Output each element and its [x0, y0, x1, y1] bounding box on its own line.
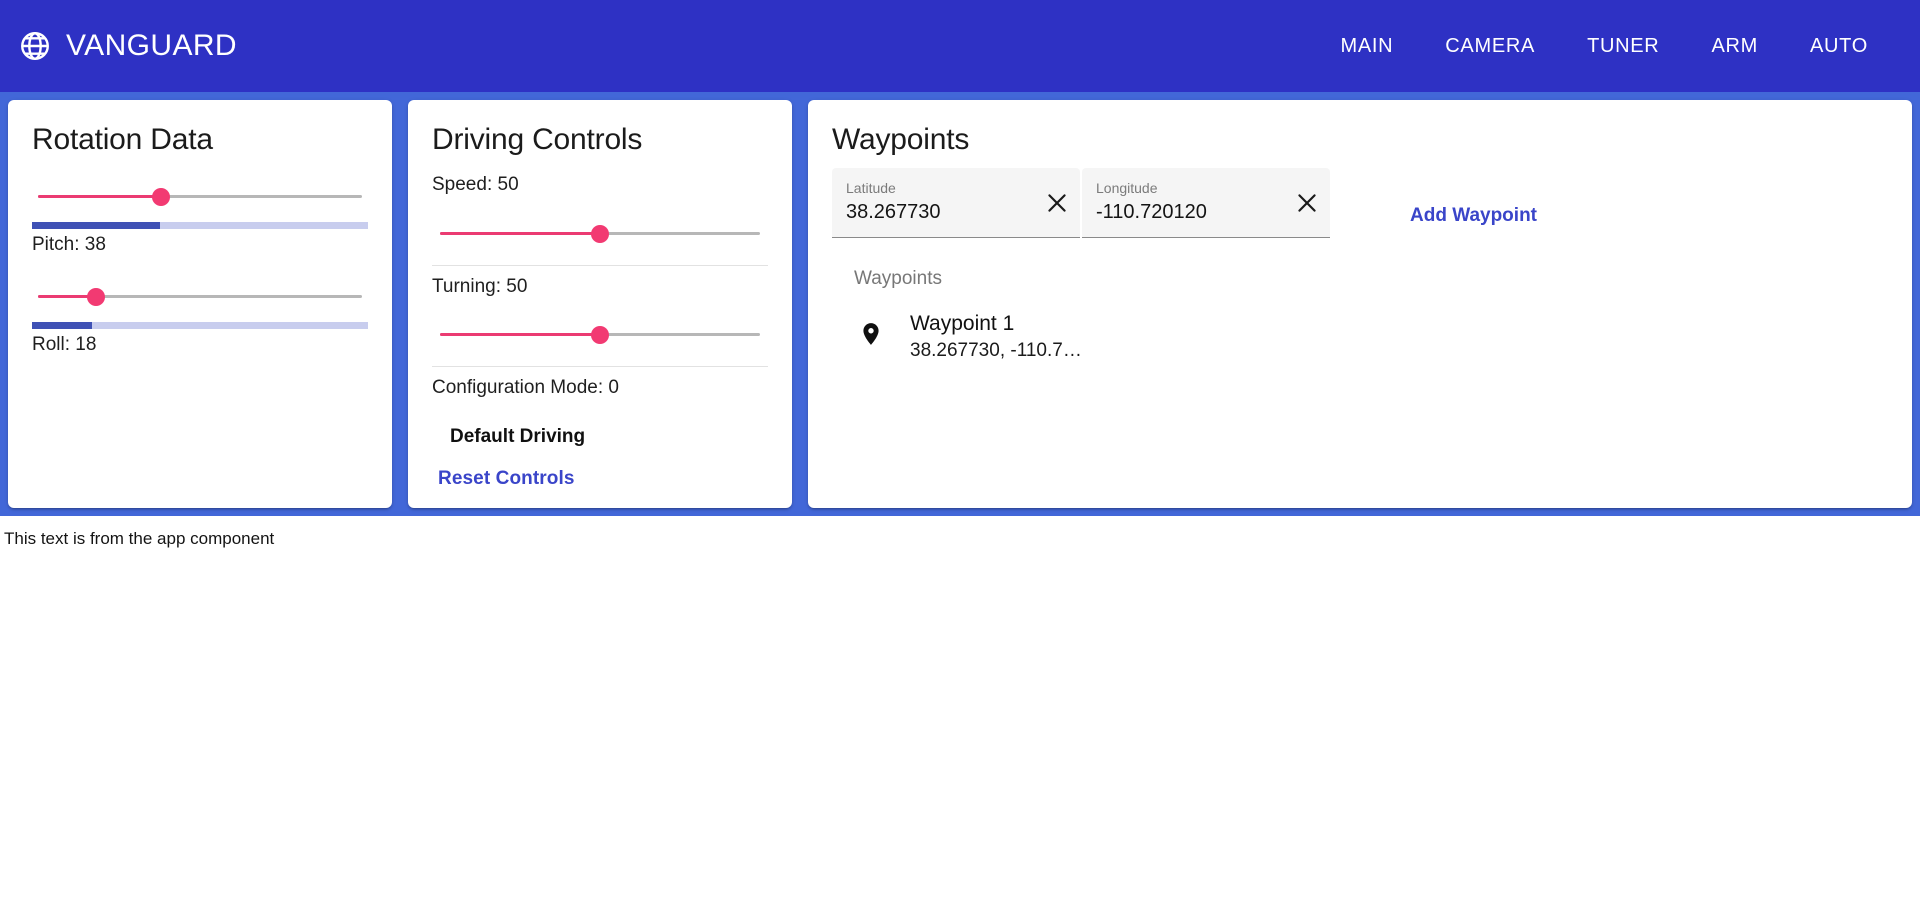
driving-controls-card: Driving Controls Speed: 50 Turning: 50 C… [408, 100, 792, 508]
rotation-data-title: Rotation Data [32, 123, 213, 156]
driving-mode-name: Default Driving [450, 425, 586, 447]
waypoints-title: Waypoints [832, 123, 970, 156]
clear-longitude-icon[interactable] [1294, 190, 1320, 216]
speed-slider-row [432, 201, 768, 263]
nav-item-auto[interactable]: AUTO [1784, 25, 1894, 68]
configuration-mode-label: Configuration Mode: 0 [432, 377, 619, 399]
roll-slider-thumb[interactable] [87, 287, 106, 306]
turning-label: Turning: 50 [432, 275, 528, 297]
waypoint-coords: 38.267730, -110.7… [910, 340, 1080, 362]
speed-divider [432, 264, 768, 266]
pitch-progress-fill [32, 222, 160, 229]
nav-item-camera[interactable]: CAMERA [1419, 25, 1561, 68]
app-toolbar: VANGUARD MAIN CAMERA TUNER ARM AUTO [0, 0, 1920, 92]
waypoints-column: Waypoints Latitude 38.267730 Longitude -… [808, 100, 1912, 508]
roll-progress-bar [32, 321, 368, 329]
longitude-field[interactable]: Longitude -110.720120 [1082, 168, 1330, 238]
waypoint-item-text: Waypoint 1 38.267730, -110.7… [910, 310, 1080, 364]
longitude-input[interactable]: -110.720120 [1096, 197, 1286, 227]
turning-divider [432, 366, 768, 368]
nav-item-tuner[interactable]: TUNER [1561, 25, 1685, 68]
latitude-input[interactable]: 38.267730 [846, 197, 1036, 227]
roll-slider-row [32, 258, 368, 318]
waypoint-name: Waypoint 1 [910, 312, 1015, 335]
brand: VANGUARD [18, 29, 237, 63]
waypoint-entry-row: Latitude 38.267730 Longitude -110.720120 [832, 168, 1888, 238]
clear-latitude-icon[interactable] [1044, 190, 1070, 216]
speed-label: Speed: 50 [432, 174, 519, 195]
dashboard-strip: Rotation Data Pitch: 38 Roll: 18 Driving… [0, 92, 1920, 516]
rotation-data-column: Rotation Data Pitch: 38 Roll: 18 [8, 100, 392, 508]
latitude-field-label: Latitude [846, 180, 896, 196]
turning-slider-row [432, 302, 768, 364]
app-component-text: This text is from the app component [4, 529, 275, 548]
pitch-slider-thumb[interactable] [152, 188, 171, 206]
reset-controls-button[interactable]: Reset Controls [432, 448, 575, 490]
turning-slider-thumb[interactable] [591, 326, 609, 345]
pitch-label: Pitch: 38 [32, 234, 106, 255]
globe-icon [18, 29, 52, 63]
speed-slider[interactable] [440, 223, 760, 243]
driving-controls-title: Driving Controls [432, 123, 643, 156]
latitude-field[interactable]: Latitude 38.267730 [832, 168, 1080, 238]
waypoints-list-header: Waypoints [854, 268, 942, 289]
turning-slider-fill [440, 333, 600, 337]
app-root: VANGUARD MAIN CAMERA TUNER ARM AUTO Rota… [0, 0, 1920, 910]
roll-label: Roll: 18 [32, 333, 97, 355]
waypoints-list: Waypoint 1 38.267730, -110.7… [832, 304, 1888, 370]
turning-slider[interactable] [440, 324, 760, 345]
main-nav: MAIN CAMERA TUNER ARM AUTO [1314, 25, 1894, 68]
pitch-slider[interactable] [38, 186, 362, 206]
list-item[interactable]: Waypoint 1 38.267730, -110.7… [832, 304, 1888, 370]
nav-item-arm[interactable]: ARM [1685, 25, 1784, 68]
pitch-progress-bar [32, 222, 368, 229]
app-title: VANGUARD [66, 29, 237, 62]
waypoints-card: Waypoints Latitude 38.267730 Longitude -… [808, 100, 1912, 508]
nav-item-main[interactable]: MAIN [1314, 25, 1419, 68]
map-pin-icon [858, 321, 884, 352]
longitude-field-label: Longitude [1096, 180, 1158, 196]
roll-slider[interactable] [38, 286, 362, 306]
pitch-slider-fill [38, 195, 162, 198]
pitch-slider-row [32, 172, 368, 218]
speed-slider-thumb[interactable] [591, 224, 609, 243]
roll-progress-fill [32, 321, 93, 329]
speed-slider-fill [440, 231, 600, 235]
driving-controls-column: Driving Controls Speed: 50 Turning: 50 C… [408, 100, 792, 508]
rotation-data-card: Rotation Data Pitch: 38 Roll: 18 [8, 100, 392, 508]
add-waypoint-button[interactable]: Add Waypoint [1410, 205, 1537, 227]
